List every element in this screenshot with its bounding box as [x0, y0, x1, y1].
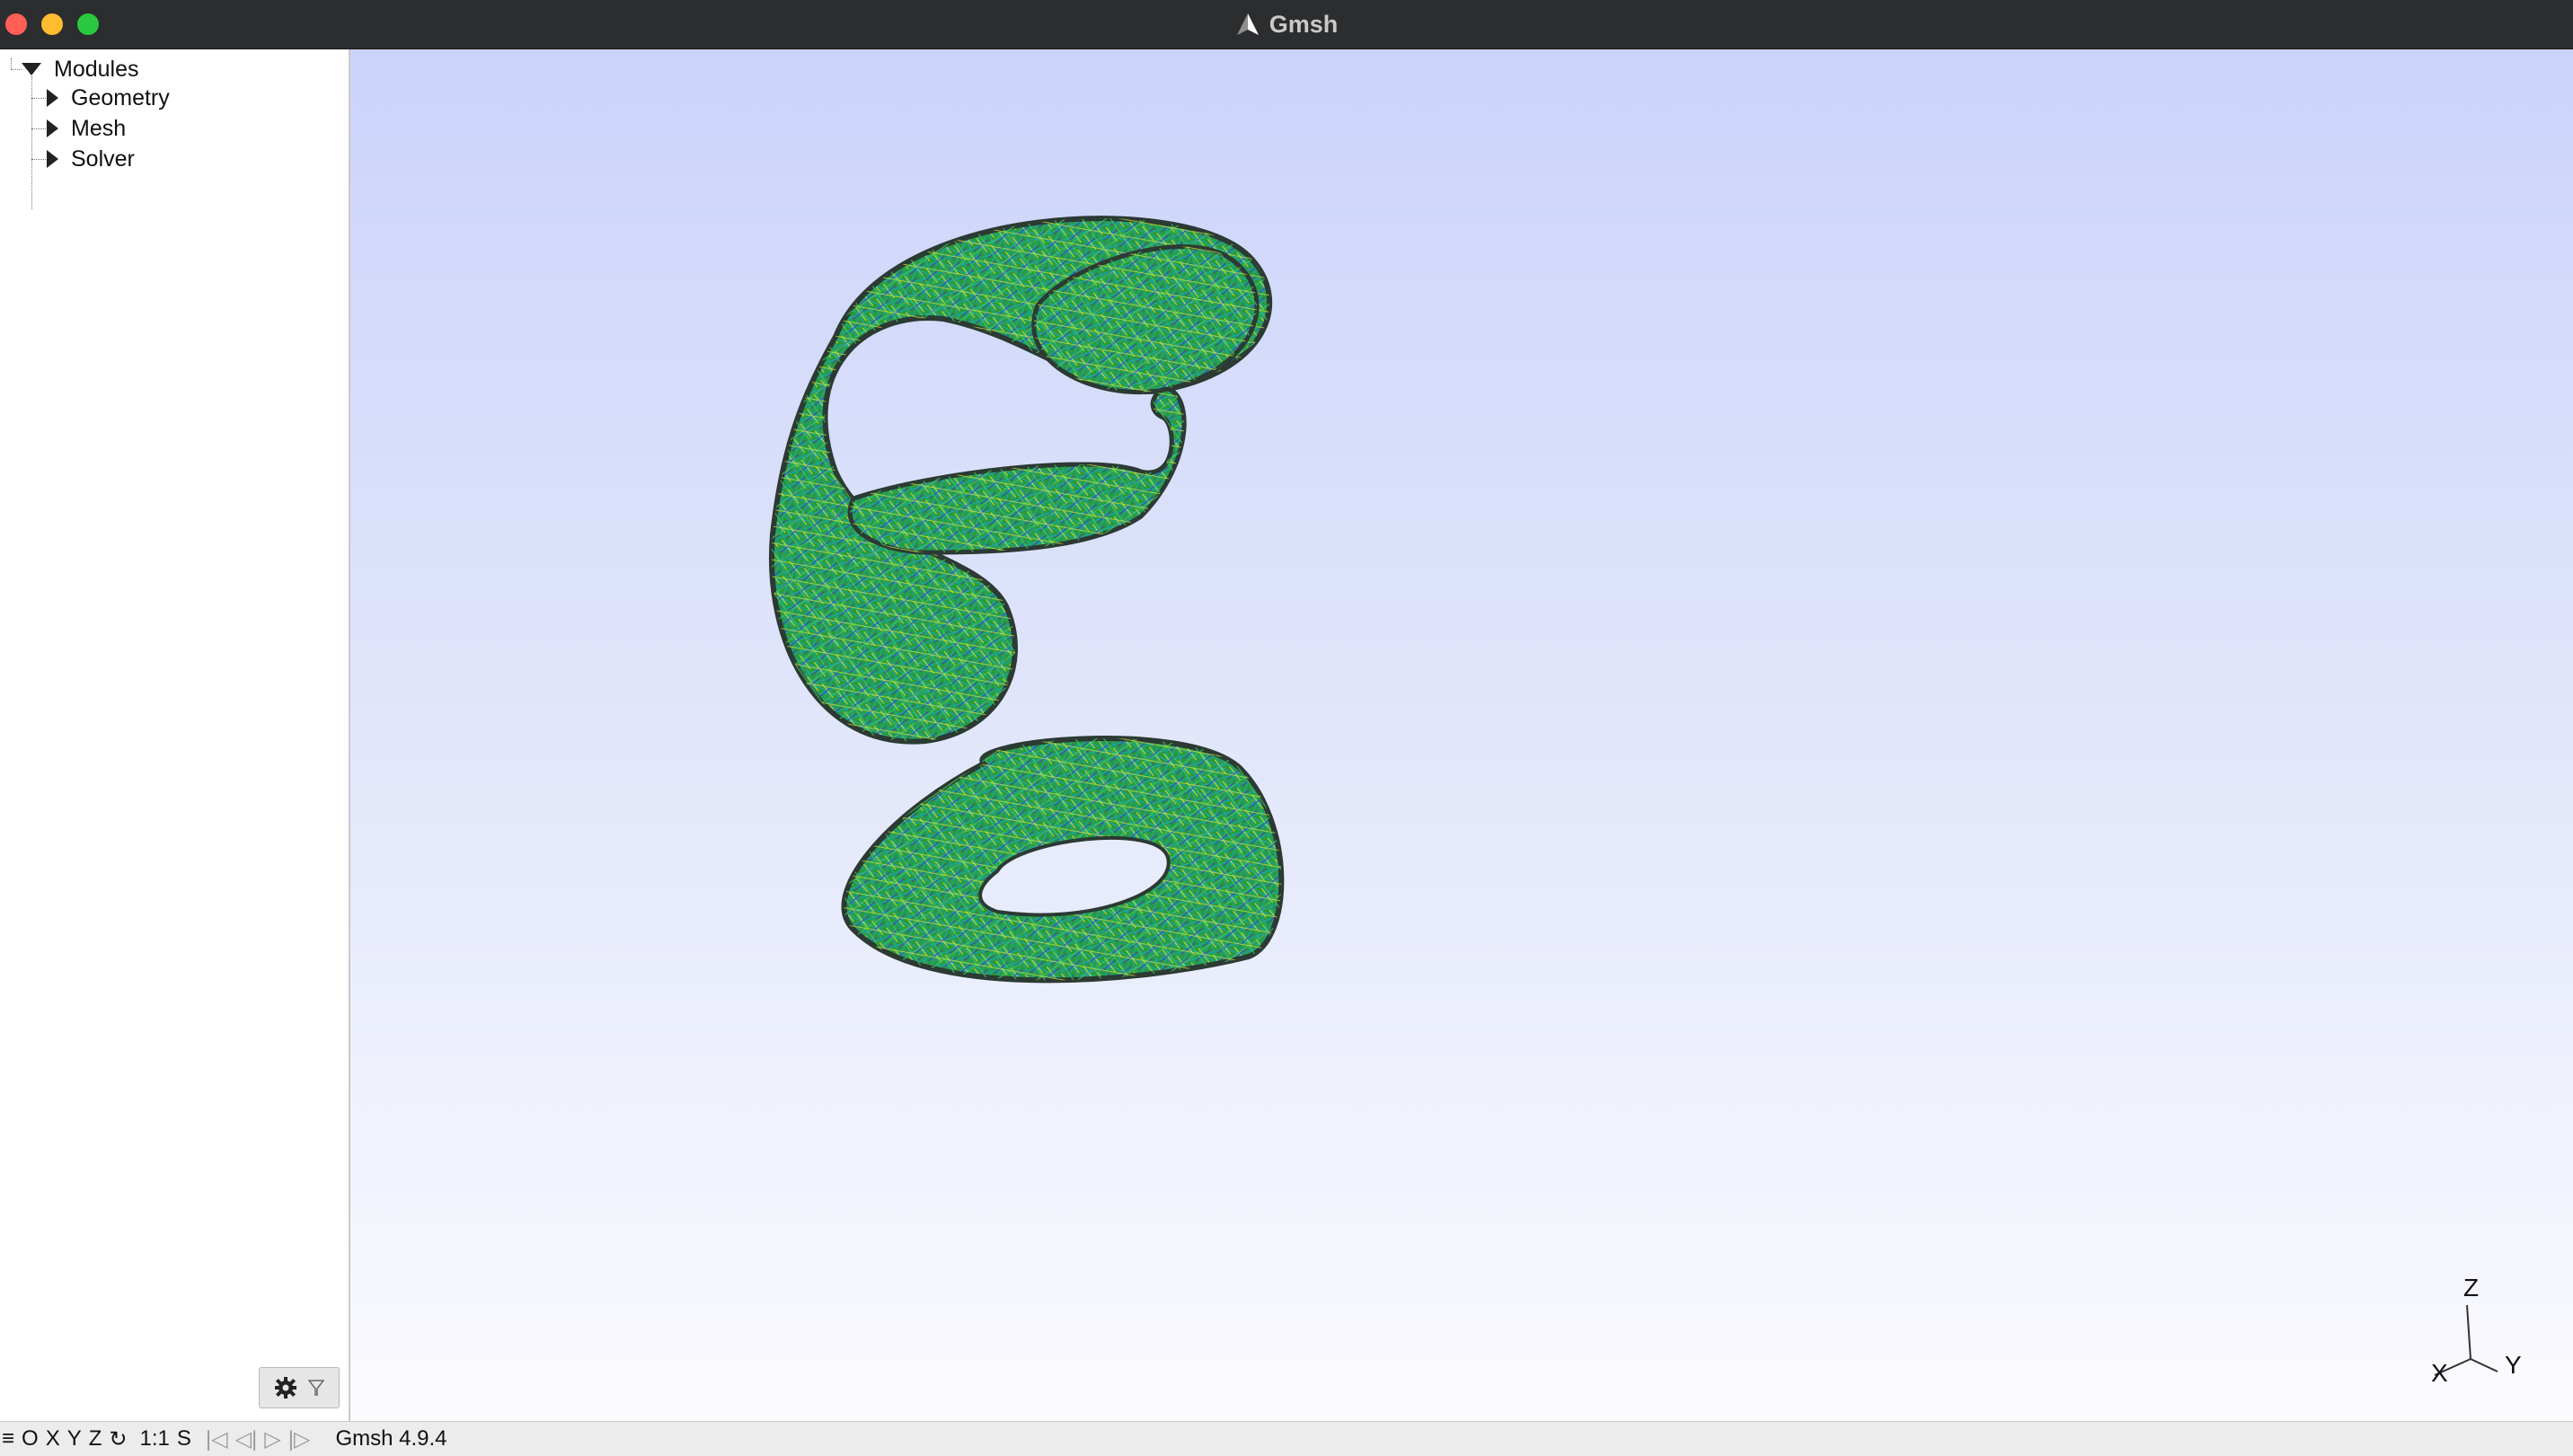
z-axis-line — [2466, 1304, 2471, 1360]
collapse-triangle-icon[interactable] — [22, 63, 41, 75]
tree-item-geometry[interactable]: Geometry — [47, 83, 170, 113]
status-bar: ≡ O X Y Z ↻ 1:1 S |◁ ◁| ▷ |▷ Gmsh 4.9.4 — [0, 1421, 2573, 1456]
version-label: Gmsh 4.9.4 — [335, 1426, 447, 1451]
mesh-view-svg[interactable]: Z Y X — [350, 49, 2573, 1421]
expand-triangle-icon[interactable] — [47, 119, 58, 137]
tree-connector — [31, 98, 48, 99]
first-step-icon[interactable]: |◁ — [206, 1426, 228, 1452]
z-view-button[interactable]: Z — [89, 1426, 102, 1452]
previous-step-icon[interactable]: ◁| — [235, 1426, 258, 1452]
x-axis-label: X — [2431, 1359, 2448, 1387]
menu-icon[interactable]: ≡ — [2, 1426, 14, 1452]
gear-icon — [275, 1377, 296, 1399]
next-step-icon[interactable]: |▷ — [288, 1426, 311, 1452]
scale-reset-button[interactable]: 1:1 — [140, 1426, 170, 1452]
rotate-icon[interactable]: ↻ — [109, 1426, 127, 1452]
tree-item-label: Geometry — [71, 84, 170, 110]
play-icon[interactable]: ▷ — [264, 1426, 280, 1452]
expand-triangle-icon[interactable] — [47, 89, 58, 107]
axes-triad: Z Y X — [2431, 1274, 2522, 1387]
expand-triangle-icon[interactable] — [47, 150, 58, 168]
tree-item-label: Modules — [54, 56, 139, 82]
options-button[interactable] — [259, 1367, 340, 1408]
tree-item-modules[interactable]: Modules — [22, 54, 139, 84]
tree-item-solver[interactable]: Solver — [47, 144, 135, 174]
tree-connector — [11, 58, 12, 69]
title-bar: Gmsh — [0, 0, 2573, 49]
tree-connector — [11, 69, 22, 70]
y-view-button[interactable]: Y — [67, 1426, 82, 1452]
filter-icon — [308, 1380, 324, 1396]
gmsh-logo-icon — [1236, 13, 1259, 35]
tree-connector — [31, 159, 48, 160]
tree-item-mesh[interactable]: Mesh — [47, 113, 126, 144]
z-axis-label: Z — [2463, 1274, 2479, 1302]
y-axis-label: Y — [2505, 1351, 2522, 1379]
graphics-viewport[interactable]: Z Y X — [350, 49, 2573, 1421]
module-tree-panel: Modules Geometry Mesh Solver — [0, 49, 350, 1421]
window-title: Gmsh — [1269, 10, 1339, 38]
tree-connector — [31, 128, 48, 129]
y-axis-line — [2470, 1358, 2498, 1372]
tree-item-label: Mesh — [71, 115, 127, 141]
window-title-group: Gmsh — [0, 0, 2573, 49]
snap-button[interactable]: S — [177, 1426, 191, 1452]
origin-view-button[interactable]: O — [22, 1426, 39, 1452]
mesh-model-middle-band — [847, 386, 1187, 555]
tree-connector — [31, 76, 32, 209]
mesh-model-lower-coil — [841, 736, 1285, 984]
x-view-button[interactable]: X — [46, 1426, 60, 1452]
tree-item-label: Solver — [71, 146, 135, 172]
